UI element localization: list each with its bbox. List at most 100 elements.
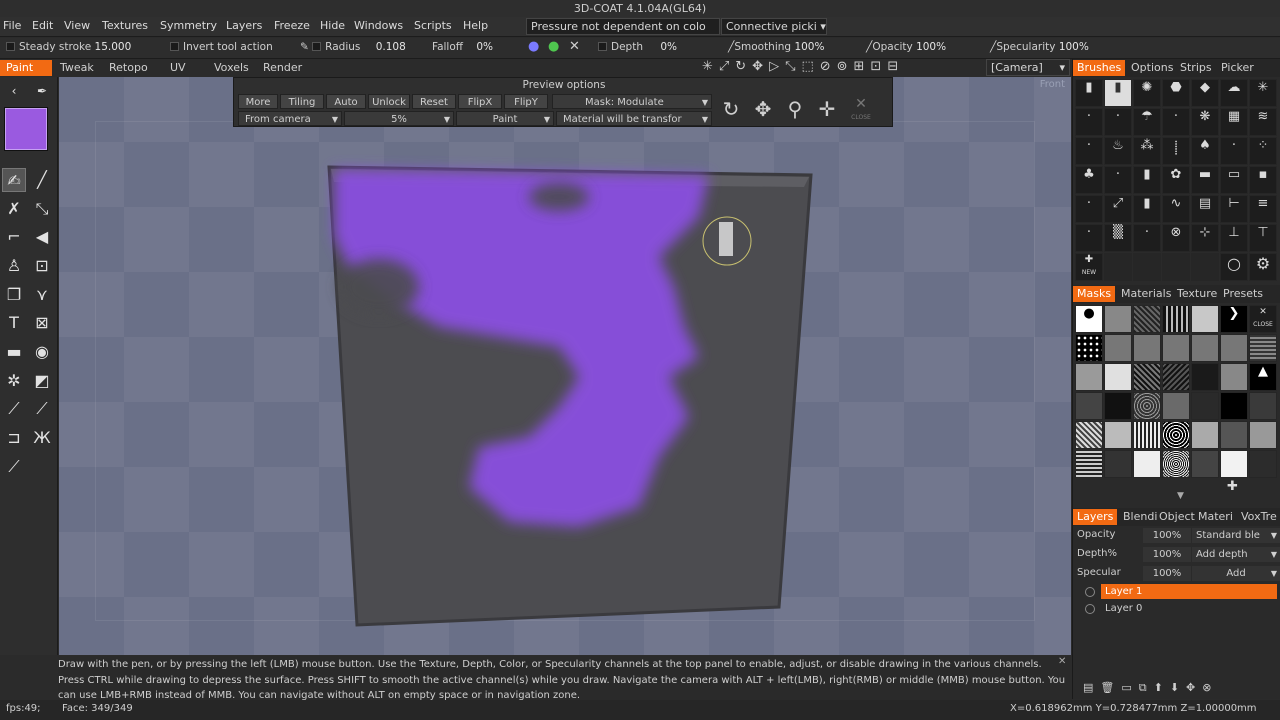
mask-tile[interactable] [1249,334,1277,362]
mask-tile[interactable]: ● [1075,305,1103,333]
mask-tile[interactable] [1104,450,1132,478]
eyedropper-icon[interactable]: ✒ [30,79,54,103]
brush-tile[interactable]: ◆ [1191,79,1219,107]
current-color-swatch[interactable] [4,107,48,151]
tab-paint[interactable]: Paint [0,60,52,76]
menu-textures[interactable]: Textures [102,19,148,32]
depth-checkbox[interactable] [598,42,607,51]
mask-tile[interactable] [1249,450,1277,478]
unlock-button[interactable]: Unlock [368,94,410,109]
butterfly-tool-icon[interactable]: Ж [30,426,54,450]
brush-tile[interactable]: ✳ [1249,79,1277,107]
stamp-tool-icon[interactable]: ♙ [2,254,26,278]
layer-depth-value[interactable]: 100% [1143,547,1191,562]
tab-voxtree[interactable]: VoxTre [1237,509,1280,525]
menu-edit[interactable]: Edit [32,19,53,32]
brush-tile[interactable]: ▮ [1133,195,1161,223]
color-sphere-icon[interactable]: ● [548,39,559,54]
gear-icon[interactable]: ⚙ [1249,253,1277,281]
brush-tile[interactable]: ▭ [1220,166,1248,194]
opacity-param[interactable]: ╱Opacity 100% [866,41,946,53]
material-sphere-icon[interactable]: ● [528,39,539,54]
close-preview-label[interactable]: CLOSE [846,114,876,121]
pattern-tool-icon[interactable]: ✲ [2,369,26,393]
more-button[interactable]: More [238,94,278,109]
new-brush-button[interactable]: ✚ NEW [1075,253,1103,281]
mask-tile[interactable] [1249,392,1277,420]
brush-tile[interactable]: ✿ [1162,166,1190,194]
flipx-button[interactable]: FlipX [458,94,502,109]
mask-tile[interactable] [1133,392,1161,420]
layer-item[interactable]: Layer 1 [1101,584,1277,599]
blur-tool-icon[interactable]: ⌐ [2,225,26,249]
radius-value[interactable]: 0.108 [376,41,406,53]
mask-tile[interactable] [1162,392,1190,420]
tab-presets[interactable]: Presets [1219,286,1267,302]
layer-opacity-value[interactable]: 100% [1143,528,1191,543]
layer-actions-icons[interactable]: ▤🗑▭⧉⬆⬇✥⊗ [1083,681,1218,695]
tab-layers[interactable]: Layers [1073,509,1118,525]
tab-retopo[interactable]: Retopo [103,60,154,76]
brush-tile[interactable]: · [1133,224,1161,252]
tab-objects[interactable]: Object [1155,509,1199,525]
viewport-3d[interactable]: Front Preview options More Tiling Auto U… [59,77,1071,655]
brush-tile[interactable]: ♣ [1075,166,1103,194]
falloff-value[interactable]: 0% [476,41,493,53]
brush-tile[interactable]: ▤ [1191,195,1219,223]
mask-tile[interactable] [1075,363,1103,391]
picture-tool-icon[interactable]: ⊠ [30,311,54,335]
opacity-value[interactable]: 100% [916,41,946,53]
mask-tile[interactable] [1075,450,1103,478]
tab-texture[interactable]: Texture [1173,286,1221,302]
blend-mode-dropdown[interactable]: Standard ble ▼ [1192,528,1280,543]
expand-down-icon[interactable]: ▼ [1177,491,1184,501]
brush-tile[interactable]: · [1075,137,1103,165]
move-icon[interactable]: ✥ [750,96,776,122]
brush-tool-icon[interactable]: ✍ [2,168,26,192]
model-mesh[interactable] [59,77,1071,655]
steady-stroke-param[interactable]: Steady stroke 15.000 [6,41,131,53]
connective-picking-dropdown[interactable]: Connective picki ▾ [721,18,827,35]
arrow-left-icon[interactable]: ‹ [2,79,26,103]
text-tool-icon[interactable]: T [2,311,26,335]
specularity-value[interactable]: 100% [1059,41,1089,53]
tab-options[interactable]: Options [1127,60,1177,76]
curve-tool-icon[interactable]: ⋎ [30,283,54,307]
clone-tool-icon[interactable]: ⊡ [30,254,54,278]
auto-button[interactable]: Auto [326,94,366,109]
brush-tile[interactable]: ⊢ [1220,195,1248,223]
invert-tool-param[interactable]: Invert tool action [170,41,273,53]
mask-tile[interactable] [1162,305,1190,333]
mask-tile[interactable] [1133,363,1161,391]
mask-tile[interactable]: ▲ [1249,363,1277,391]
brush-tile[interactable]: ♠ [1191,137,1219,165]
add-mask-icon[interactable]: ✚ [1227,479,1238,494]
mask-tile[interactable] [1220,421,1248,449]
zoom-icon[interactable]: ⚲ [782,96,808,122]
percent-field[interactable]: 5% ▼ [344,111,454,126]
projection-dropdown[interactable]: From camera ▼ [238,111,342,126]
tab-strips[interactable]: Strips [1176,60,1216,76]
tab-picker[interactable]: Picker [1217,60,1258,76]
invert-tool-checkbox[interactable] [170,42,179,51]
brush-tile[interactable]: ☁ [1220,79,1248,107]
close-hint-icon[interactable]: ✕ [1058,656,1066,667]
brush-tile[interactable]: ✺ [1133,79,1161,107]
mask-tile[interactable] [1075,421,1103,449]
smoothing-param[interactable]: ╱Smoothing 100% [728,41,824,53]
brush-tile[interactable]: ⁂ [1133,137,1161,165]
brush-tile[interactable]: ⊤ [1249,224,1277,252]
line-tool-icon[interactable]: ⟋ [30,397,54,421]
tiling-button[interactable]: Tiling [280,94,324,109]
copy-tool-icon[interactable]: ❐ [2,283,26,307]
mask-tile[interactable] [1220,450,1248,478]
depth-value[interactable]: 0% [660,41,677,53]
brush-tile[interactable]: ❋ [1191,108,1219,136]
brush-tile[interactable]: ⊥ [1220,224,1248,252]
brush-tile[interactable]: · [1162,108,1190,136]
tab-voxels[interactable]: Voxels [208,60,255,76]
tab-brushes[interactable]: Brushes [1073,60,1126,76]
brush-tile[interactable]: ⁘ [1249,137,1277,165]
brush-tile[interactable]: · [1220,137,1248,165]
tab-materials[interactable]: Materials [1117,286,1175,302]
